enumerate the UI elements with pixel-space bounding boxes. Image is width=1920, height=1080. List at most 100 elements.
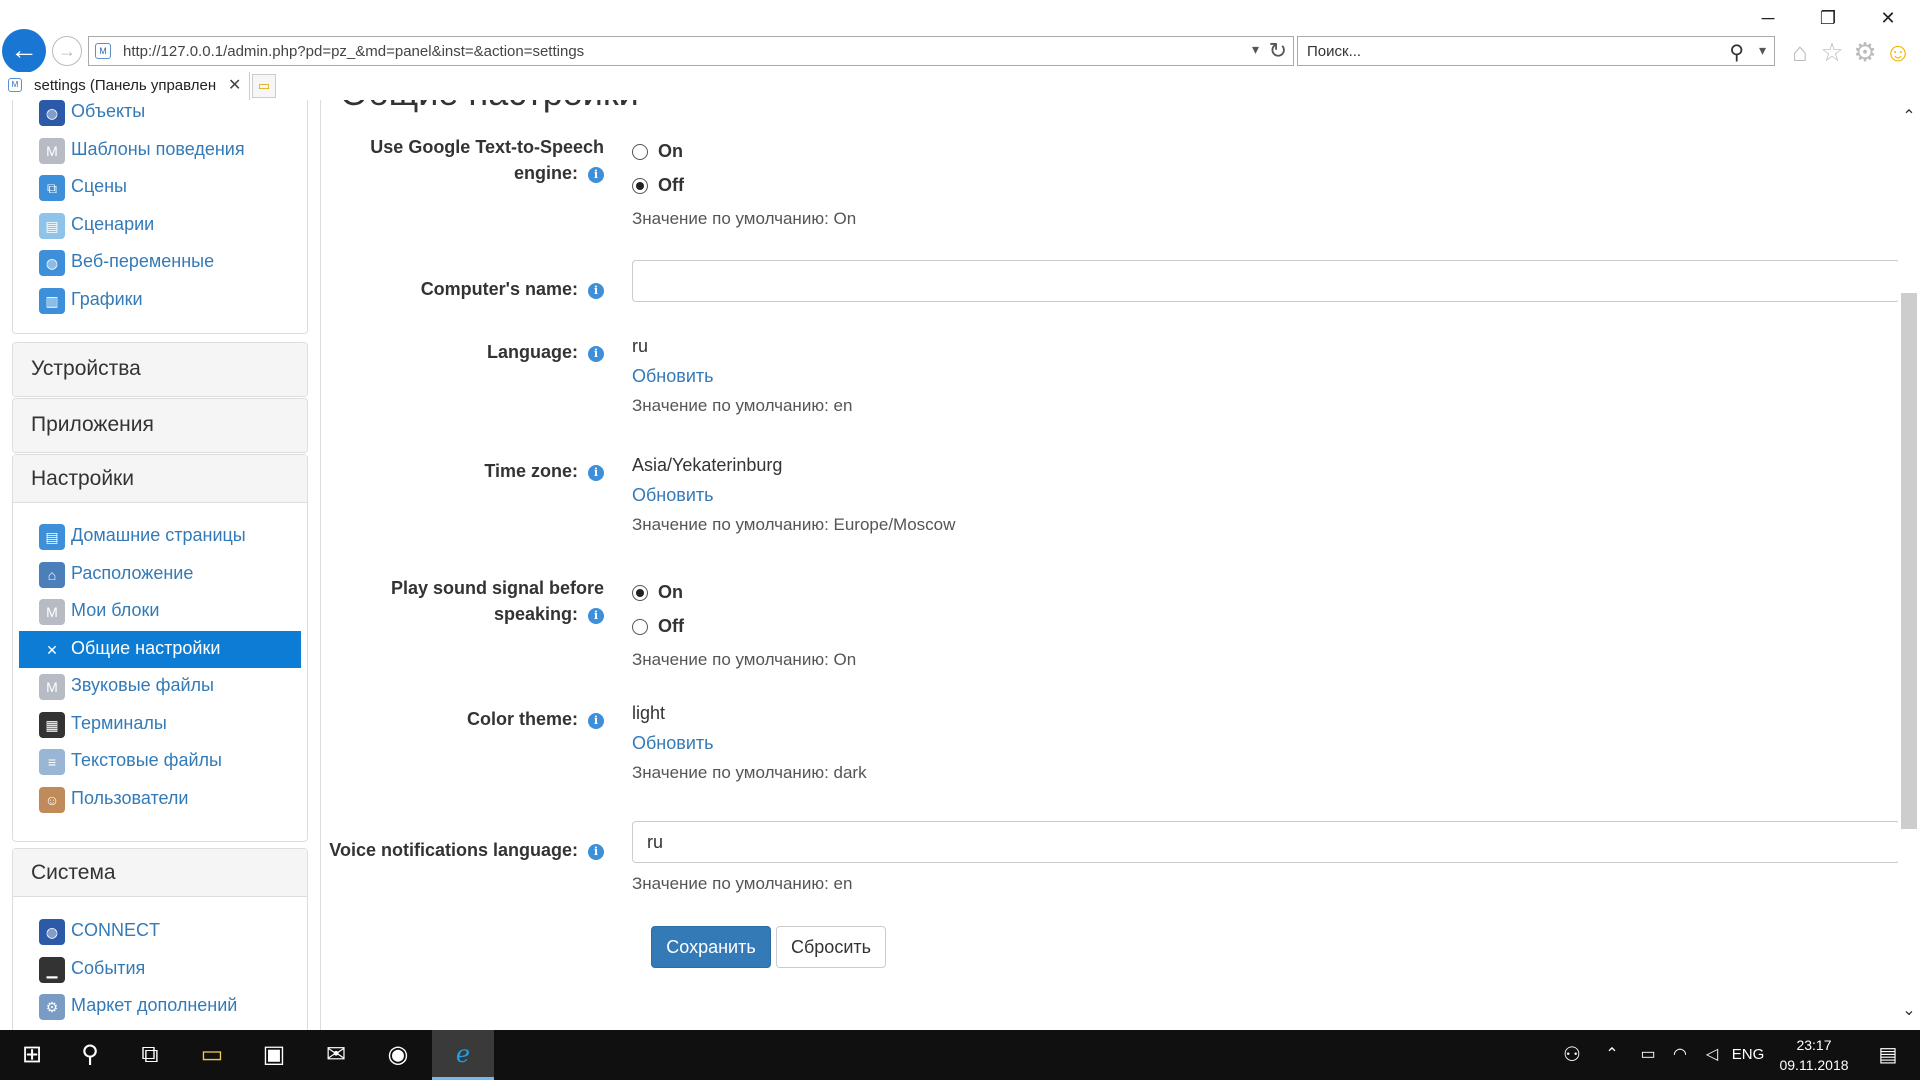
back-button[interactable]: ← [2, 29, 46, 73]
color-theme-default-hint: Значение по умолчанию: dark [632, 763, 867, 782]
info-icon[interactable]: i [588, 844, 604, 860]
info-icon[interactable]: i [588, 713, 604, 729]
sidebar-item[interactable]: ◍ CONNECT [19, 913, 301, 951]
address-dropdown-icon[interactable]: ▾ [1252, 41, 1259, 58]
address-url[interactable]: http://127.0.0.1/admin.php?pd=pz_&md=pan… [123, 43, 584, 60]
search-icon[interactable]: ⚲ [1729, 40, 1744, 65]
sidebar-item-label: Объекты [71, 101, 146, 121]
sound-radio-on[interactable]: On [632, 575, 1900, 609]
apps-heading[interactable]: Приложения [13, 399, 307, 452]
favorites-star-icon[interactable]: ☆ [1816, 36, 1848, 68]
info-icon[interactable]: i [588, 346, 604, 362]
volume-icon[interactable]: ◁ [1698, 1030, 1726, 1080]
internet-explorer-icon[interactable]: ℯ [432, 1030, 494, 1080]
language-value: ru [632, 336, 649, 356]
sidebar-item[interactable]: ✕ Общие настройки [19, 630, 301, 668]
voice-language-input[interactable] [632, 821, 1900, 863]
chrome-icon[interactable]: ◉ [370, 1030, 426, 1080]
sidebar-item[interactable]: ☺ Пользователи [19, 781, 301, 819]
sidebar-item[interactable]: ◍ Веб-переменные [19, 244, 301, 282]
file-explorer-icon[interactable]: ▭ [184, 1030, 240, 1080]
gear-icon[interactable]: ⚙ [1849, 36, 1881, 68]
info-icon[interactable]: i [588, 283, 604, 299]
sidebar-item[interactable]: ▤ Домашние страницы [19, 518, 301, 556]
task-view-icon[interactable]: ⧉ [122, 1030, 178, 1080]
sidebar-item[interactable]: M Мои блоки [19, 593, 301, 631]
info-icon[interactable]: i [588, 608, 604, 624]
sidebar-item[interactable]: ⧉ Сцены [19, 169, 301, 207]
sidebar-item[interactable]: ▦ Терминалы [19, 706, 301, 744]
store-icon[interactable]: ▣ [246, 1030, 302, 1080]
restore-button[interactable]: ❐ [1808, 4, 1848, 32]
computer-name-label-text: Computer's name: [420, 279, 578, 299]
scroll-thumb[interactable] [1901, 293, 1917, 829]
page-icon: ▤ [39, 524, 65, 550]
objects-list: ◍ Объекты M Шаблоны поведения ⧉ Сцены ▤ Сценари… [19, 100, 301, 319]
feedback-smiley-icon[interactable]: ☺ [1882, 36, 1914, 68]
notifications-icon[interactable]: ▤ [1868, 1030, 1908, 1080]
tts-radio-off[interactable]: Off [632, 168, 1900, 202]
save-button[interactable]: Сохранить [651, 926, 771, 968]
sound-default-hint: Значение по умолчанию: On [632, 650, 857, 669]
tts-label: Use Google Text-to-Speech engine: i [324, 134, 604, 186]
radio-button[interactable] [632, 619, 648, 635]
computer-name-input[interactable] [632, 260, 1900, 302]
clock-time[interactable]: 23:17 [1776, 1036, 1852, 1054]
panel-devices[interactable]: Устройства [12, 342, 308, 397]
new-tab-button[interactable]: ▭ [252, 74, 276, 98]
forward-button[interactable]: → [52, 36, 82, 66]
sidebar-item[interactable]: ◍ Объекты [19, 100, 301, 132]
settings-heading[interactable]: Настройки [13, 455, 307, 503]
sound-on-label: On [658, 582, 683, 602]
search-bar[interactable]: Поиск... ⚲ ▾ [1297, 36, 1775, 66]
close-window-button[interactable]: ✕ [1868, 4, 1908, 32]
tab-close-icon[interactable]: ✕ [228, 75, 241, 95]
radio-button[interactable] [632, 585, 648, 601]
sound-radio-off[interactable]: Off [632, 609, 1900, 643]
radio-button[interactable] [632, 144, 648, 160]
clock-date[interactable]: 09.11.2018 [1776, 1056, 1852, 1074]
language-update-link[interactable]: Обновить [632, 363, 1900, 389]
sidebar-item[interactable]: M Шаблоны поведения [19, 132, 301, 170]
search-input[interactable]: Поиск... [1307, 43, 1361, 60]
language-indicator[interactable]: ENG [1728, 1030, 1768, 1080]
sidebar-item-label: Звуковые файлы [71, 675, 214, 695]
scroll-down-icon[interactable]: ⌄ [1898, 1000, 1920, 1020]
scroll-up-icon[interactable]: ⌃ [1898, 106, 1920, 126]
taskbar-search-icon[interactable]: ⚲ [62, 1030, 118, 1080]
sidebar-item[interactable]: M Звуковые файлы [19, 668, 301, 706]
color-theme-update-link[interactable]: Обновить [632, 730, 1900, 756]
info-icon[interactable]: i [588, 167, 604, 183]
tts-radio-on[interactable]: On [632, 134, 1900, 168]
radio-button[interactable] [632, 178, 648, 194]
page-scrollbar[interactable]: ⌃ ⌄ [1898, 100, 1920, 1030]
battery-icon[interactable]: ▭ [1634, 1030, 1662, 1080]
tray-chevron-icon[interactable]: ⌃ [1600, 1030, 1624, 1080]
sidebar-item[interactable]: ▤ Сценарии [19, 207, 301, 245]
home-icon[interactable]: ⌂ [1784, 36, 1816, 68]
people-icon[interactable]: ⚇ [1556, 1030, 1588, 1080]
sidebar-item[interactable]: ▥ Графики [19, 282, 301, 320]
search-dropdown-icon[interactable]: ▾ [1759, 42, 1766, 59]
sidebar-item[interactable]: ≡ Текстовые файлы [19, 743, 301, 781]
minimize-button[interactable]: ─ [1748, 4, 1788, 32]
windows-start-icon[interactable]: ⊞ [4, 1030, 60, 1080]
info-icon[interactable]: i [588, 465, 604, 481]
tab-favicon-icon: M [8, 78, 22, 92]
panel-apps[interactable]: Приложения [12, 398, 308, 453]
mail-icon[interactable]: ✉ [308, 1030, 364, 1080]
sidebar-item[interactable]: ▁ События [19, 951, 301, 989]
wifi-icon[interactable]: ◠ [1666, 1030, 1694, 1080]
address-bar[interactable]: M http://127.0.0.1/admin.php?pd=pz_&md=p… [88, 36, 1294, 66]
devices-heading[interactable]: Устройства [13, 343, 307, 396]
browser-tab-active[interactable]: M settings (Панель управлен ✕ [0, 72, 250, 100]
chart-icon: ▥ [39, 287, 65, 314]
reset-button[interactable]: Сбросить [776, 926, 886, 968]
panel-objects: ◍ Объекты M Шаблоны поведения ⧉ Сцены ▤ Сценари… [12, 100, 308, 334]
sidebar-item[interactable]: ⌂ Расположение [19, 556, 301, 594]
refresh-icon[interactable]: ↻ [1269, 38, 1287, 64]
sidebar-item[interactable]: ⚙ Маркет дополнений [19, 988, 301, 1026]
timezone-update-link[interactable]: Обновить [632, 482, 1900, 508]
system-heading[interactable]: Система [13, 849, 307, 897]
sidebar-item-label: Мои блоки [71, 600, 160, 620]
